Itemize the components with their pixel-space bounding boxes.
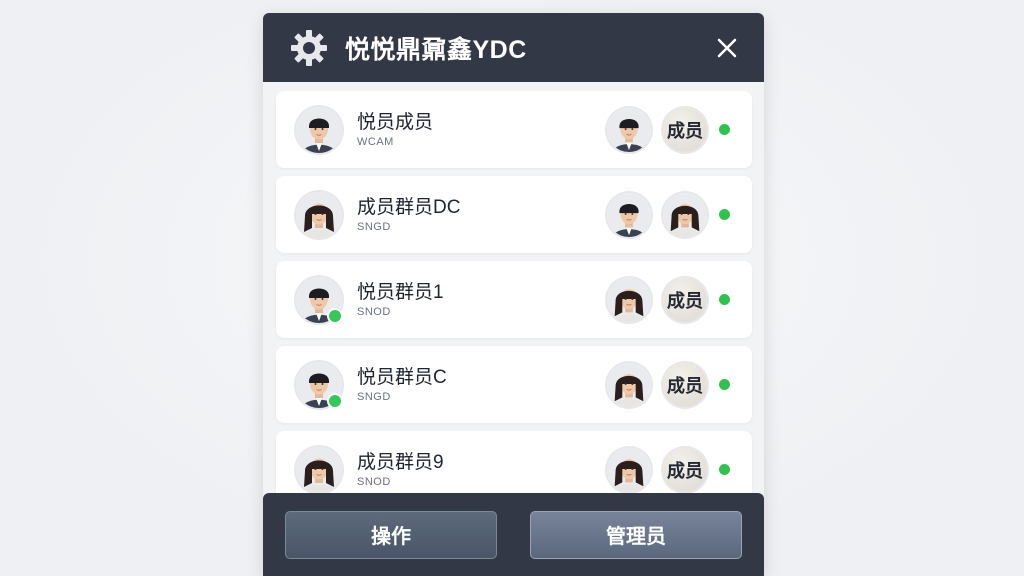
member-name: 悦员成员 (357, 111, 434, 133)
member-meta: 成员 (595, 107, 730, 152)
group-members-dialog: 悦悦鼎鼐鑫YDC 悦员成员 WCAM 成员 成员群员DC SNGD 悦员群员1 SNOD 成员… (263, 13, 764, 576)
member-meta: 成员 (595, 277, 730, 322)
member-meta (595, 192, 730, 237)
peer-avatar[interactable] (607, 107, 651, 152)
member-meta: 成员 (595, 447, 730, 492)
avatar[interactable] (296, 361, 343, 409)
role-badge: 成员 (663, 107, 707, 152)
avatar[interactable] (296, 446, 342, 493)
gear-icon[interactable] (289, 28, 329, 68)
member-name: 成员群员DC (357, 196, 461, 218)
member-meta: 成员 (595, 362, 730, 407)
member-name: 悦员群员C (357, 366, 447, 388)
member-subtitle: SNGD (357, 390, 391, 403)
status-online-dot (719, 379, 730, 390)
peer-avatar[interactable] (607, 192, 651, 237)
member-info: 悦员成员 WCAM (357, 112, 595, 148)
member-name: 成员群员9 (357, 451, 444, 473)
peer-avatar[interactable] (607, 277, 651, 322)
member-subtitle: SNOD (357, 475, 391, 488)
peer-avatar[interactable] (607, 447, 651, 492)
status-online-dot (719, 124, 730, 135)
member-subtitle: SNOD (357, 305, 391, 318)
dialog-title: 悦悦鼎鼐鑫YDC (345, 35, 527, 64)
avatar-online-dot (327, 307, 343, 324)
avatar[interactable] (296, 276, 343, 324)
member-row[interactable]: 成员群员9 SNOD 成员 (276, 431, 752, 493)
role-badge: 成员 (663, 277, 707, 322)
admin-button[interactable]: 管理员 (530, 510, 742, 559)
avatar-online-dot (327, 392, 343, 409)
avatar[interactable] (296, 191, 342, 238)
dialog-titlebar: 悦悦鼎鼐鑫YDC (263, 13, 764, 82)
member-info: 悦员群员1 SNOD (357, 282, 595, 318)
member-row[interactable]: 成员群员DC SNGD (276, 176, 752, 253)
member-list[interactable]: 悦员成员 WCAM 成员 成员群员DC SNGD 悦员群员1 SNOD 成员 悦员群员C SNGD… (263, 82, 764, 493)
close-icon[interactable] (712, 33, 742, 63)
peer-avatar[interactable] (663, 192, 707, 237)
member-row[interactable]: 悦员群员1 SNOD 成员 (276, 261, 752, 338)
member-subtitle: SNGD (357, 220, 391, 233)
member-info: 成员群员DC SNGD (357, 197, 595, 233)
role-badge: 成员 (663, 362, 707, 407)
status-online-dot (719, 209, 730, 220)
dialog-footer: 操作 管理员 (263, 493, 764, 576)
operate-button[interactable]: 操作 (285, 510, 497, 559)
member-row[interactable]: 悦员成员 WCAM 成员 (276, 91, 752, 168)
status-online-dot (719, 464, 730, 475)
member-info: 悦员群员C SNGD (357, 367, 595, 403)
member-row[interactable]: 悦员群员C SNGD 成员 (276, 346, 752, 423)
peer-avatar[interactable] (607, 362, 651, 407)
role-badge: 成员 (663, 447, 707, 492)
member-name: 悦员群员1 (357, 281, 444, 303)
member-subtitle: WCAM (357, 135, 394, 148)
avatar[interactable] (296, 106, 342, 153)
app-stage: 悦悦鼎鼐鑫YDC 悦员成员 WCAM 成员 成员群员DC SNGD 悦员群员1 SNOD 成员… (0, 0, 1024, 576)
member-info: 成员群员9 SNOD (357, 452, 595, 488)
status-online-dot (719, 294, 730, 305)
